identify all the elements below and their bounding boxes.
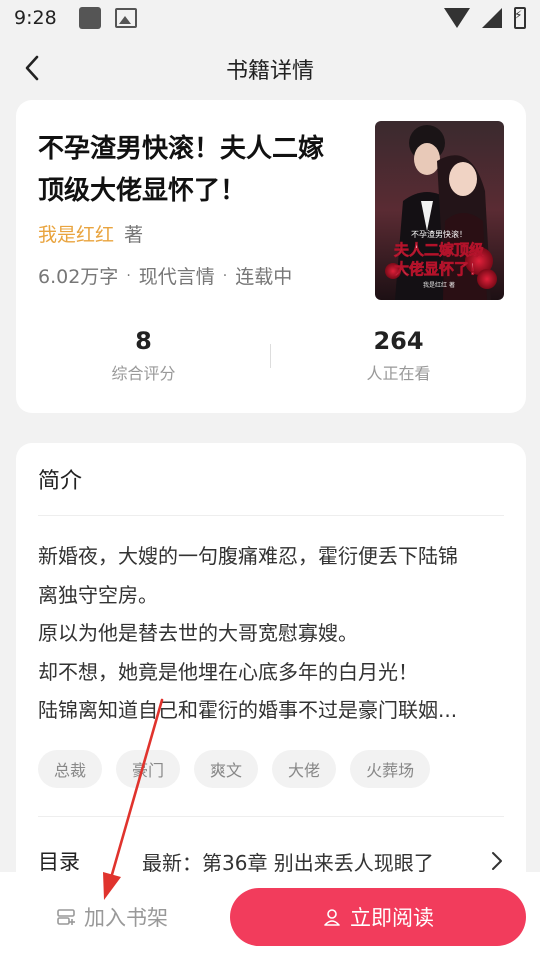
cover-text-small: 不孕渣男快滚！ bbox=[411, 229, 467, 239]
stat-value: 8 bbox=[135, 327, 152, 355]
bottom-action-bar: 加入书架 立即阅读 bbox=[0, 872, 540, 960]
book-meta: 6.02万字 · 现代言情 · 连载中 bbox=[38, 262, 292, 289]
stat-label: 人正在看 bbox=[366, 364, 431, 383]
read-now-button[interactable]: 立即阅读 bbox=[230, 888, 526, 946]
tag[interactable]: 总裁 bbox=[38, 750, 103, 788]
chevron-right-icon bbox=[492, 852, 502, 870]
divider bbox=[38, 515, 504, 516]
back-button[interactable] bbox=[14, 50, 50, 86]
intro-line: 新婚夜，大嫂的一句腹痛难忍，霍衍便丢下陆锦 bbox=[38, 544, 458, 568]
stat-label: 综合评分 bbox=[111, 364, 176, 383]
read-now-label: 立即阅读 bbox=[350, 906, 434, 930]
tag[interactable]: 爽文 bbox=[194, 750, 259, 788]
intro-text[interactable]: 新婚夜，大嫂的一句腹痛难忍，霍衍便丢下陆锦 离独守空房。 原以为他是替去世的大哥… bbox=[38, 537, 504, 730]
intro-line: 却不想，她竟是他埋在心底多年的白月光！ bbox=[38, 659, 418, 684]
add-to-shelf-button[interactable]: 加入书架 bbox=[56, 898, 168, 936]
meta-separator: · bbox=[222, 267, 228, 284]
chevron-left-icon bbox=[25, 55, 39, 81]
signal-icon bbox=[482, 8, 502, 28]
header: 书籍详情 bbox=[0, 36, 540, 102]
meta-separator: · bbox=[126, 267, 131, 284]
book-status: 连载中 bbox=[235, 266, 293, 288]
cover-text-line2: 大佬显怀了！ bbox=[394, 260, 484, 278]
divider bbox=[38, 816, 504, 817]
stats-row: 8 综合评分 264 人正在看 bbox=[16, 326, 526, 386]
wifi-icon bbox=[444, 8, 470, 28]
book-cover[interactable]: 不孕渣男快滚！ 夫人二嫁顶级 大佬显怀了！ 我是红红 著 bbox=[375, 121, 504, 300]
intro-heading: 简介 bbox=[38, 469, 83, 494]
cover-credit: 我是红红 著 bbox=[423, 281, 455, 289]
stat-rating: 8 综合评分 bbox=[16, 326, 271, 386]
user-icon bbox=[324, 909, 340, 926]
book-info-card: 不孕渣男快滚！夫人二嫁顶级大佬显怀了！ 我是红红 著 6.02万字 · 现代言情… bbox=[16, 100, 526, 413]
tag[interactable]: 火葬场 bbox=[350, 750, 431, 788]
intro-line: 离独守空房。 bbox=[38, 582, 158, 607]
add-to-shelf-label: 加入书架 bbox=[84, 906, 168, 930]
author-suffix: 著 bbox=[124, 224, 144, 246]
tag-list: 总裁 豪门 爽文 大佬 火葬场 bbox=[38, 750, 431, 788]
notification-icon bbox=[78, 7, 101, 29]
author-name[interactable]: 我是红红 bbox=[38, 224, 114, 246]
author-row: 我是红红 著 bbox=[38, 220, 143, 247]
book-cover-art: 不孕渣男快滚！ 夫人二嫁顶级 大佬显怀了！ 我是红红 著 bbox=[375, 121, 504, 300]
intro-line: 原以为他是替去世的大哥宽慰寡嫂。 bbox=[38, 621, 358, 645]
battery-icon bbox=[514, 7, 526, 29]
stat-readers: 264 人正在看 bbox=[271, 326, 526, 386]
cover-text-line1: 夫人二嫁顶级 bbox=[394, 241, 485, 259]
intro-line: 陆锦离知道自己和霍衍的婚事不过是豪门联姻... bbox=[38, 698, 458, 722]
book-title: 不孕渣男快滚！夫人二嫁顶级大佬显怀了！ bbox=[38, 134, 325, 206]
word-count: 6.02万字 bbox=[38, 266, 119, 288]
intro-card: 简介 新婚夜，大嫂的一句腹痛难忍，霍衍便丢下陆锦 离独守空房。 原以为他是替去世… bbox=[16, 443, 526, 903]
image-notification-icon bbox=[114, 8, 137, 28]
bookshelf-icon bbox=[57, 909, 75, 925]
tag[interactable]: 豪门 bbox=[116, 750, 181, 788]
status-time: 9:28 bbox=[14, 7, 57, 29]
stat-value: 264 bbox=[373, 327, 424, 355]
book-category: 现代言情 bbox=[138, 266, 215, 288]
page-title: 书籍详情 bbox=[225, 59, 314, 84]
stats-divider bbox=[270, 344, 271, 368]
tag[interactable]: 大佬 bbox=[272, 750, 337, 788]
status-bar: 9:28 bbox=[0, 0, 540, 36]
